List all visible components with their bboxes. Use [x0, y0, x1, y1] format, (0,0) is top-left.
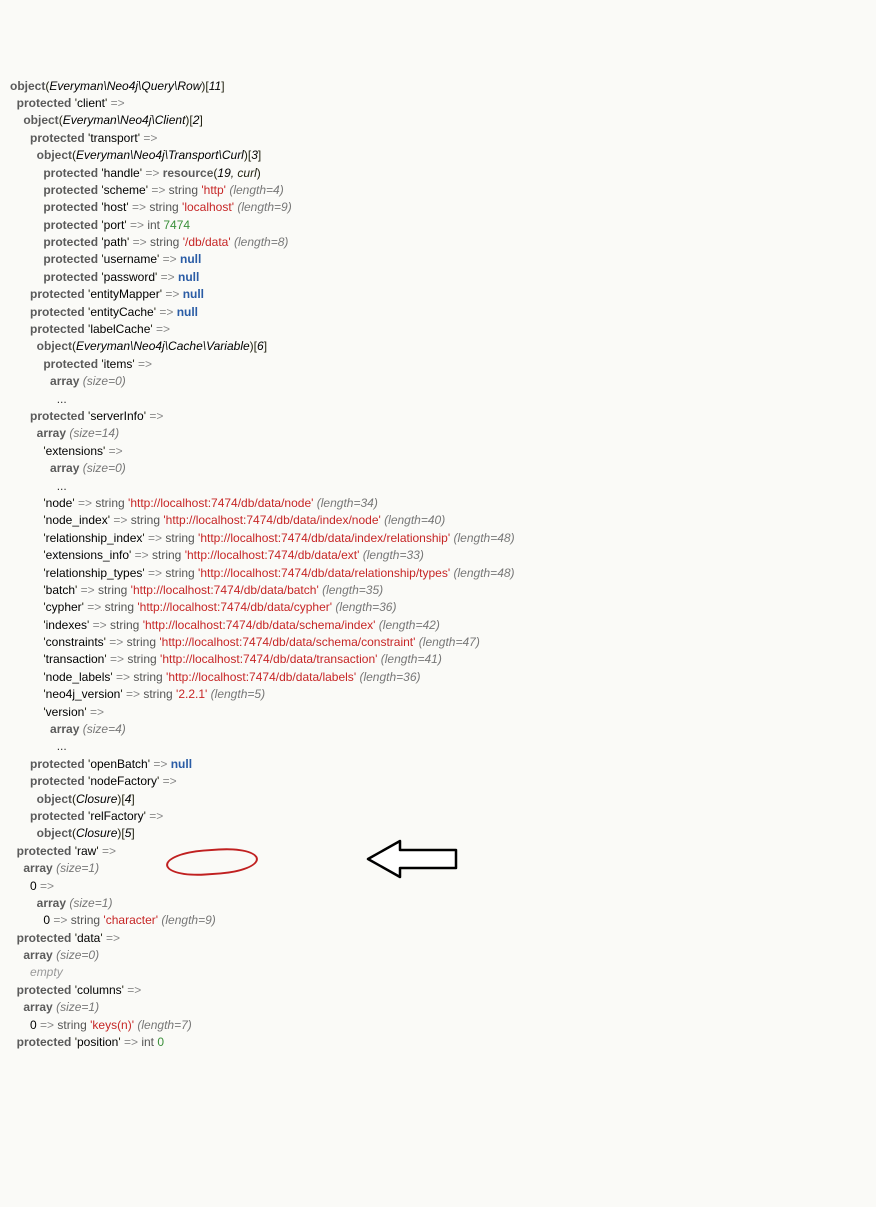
url-indexes: 'http://localhost:7474/db/data/schema/in… — [143, 618, 376, 632]
url-cypher: 'http://localhost:7474/db/data/cypher' — [137, 600, 332, 614]
neo4j-version: '2.2.1' — [176, 687, 207, 701]
empty-indicator: empty — [30, 965, 63, 979]
password-null: null — [178, 270, 199, 284]
url-labels: 'http://localhost:7474/db/data/labels' — [166, 670, 356, 684]
columns-value: 'keys(n)' — [90, 1018, 134, 1032]
url-ext: 'http://localhost:7474/db/data/ext' — [185, 548, 360, 562]
url-batch: 'http://localhost:7474/db/data/batch' — [131, 583, 319, 597]
host-value: 'localhost' — [182, 200, 234, 214]
url-rel-types: 'http://localhost:7474/db/data/relations… — [198, 566, 450, 580]
username-null: null — [180, 252, 201, 266]
cache-class: Everyman\Neo4j\Cache\Variable — [76, 339, 250, 353]
root-id: 11 — [209, 79, 221, 93]
root-class: Everyman\Neo4j\Query\Row — [49, 79, 201, 93]
transport-class: Everyman\Neo4j\Transport\Curl — [76, 148, 244, 162]
object-keyword: object — [10, 79, 45, 93]
scheme-value: 'http' — [201, 183, 226, 197]
key-client: client — [77, 96, 105, 110]
position-value: 0 — [157, 1035, 164, 1049]
port-value: 7474 — [163, 218, 190, 232]
var-dump-output: object(Everyman\Neo4j\Query\Row)[11] pro… — [10, 78, 866, 1052]
character-value: 'character' — [103, 913, 158, 927]
url-node: 'http://localhost:7474/db/data/node' — [128, 496, 313, 510]
url-rel-index: 'http://localhost:7474/db/data/index/rel… — [198, 531, 450, 545]
url-constraints: 'http://localhost:7474/db/data/schema/co… — [159, 635, 415, 649]
url-transaction: 'http://localhost:7474/db/data/transacti… — [160, 652, 377, 666]
client-class: Everyman\Neo4j\Client — [63, 113, 186, 127]
url-node-index: 'http://localhost:7474/db/data/index/nod… — [163, 513, 380, 527]
path-value: '/db/data' — [183, 235, 231, 249]
